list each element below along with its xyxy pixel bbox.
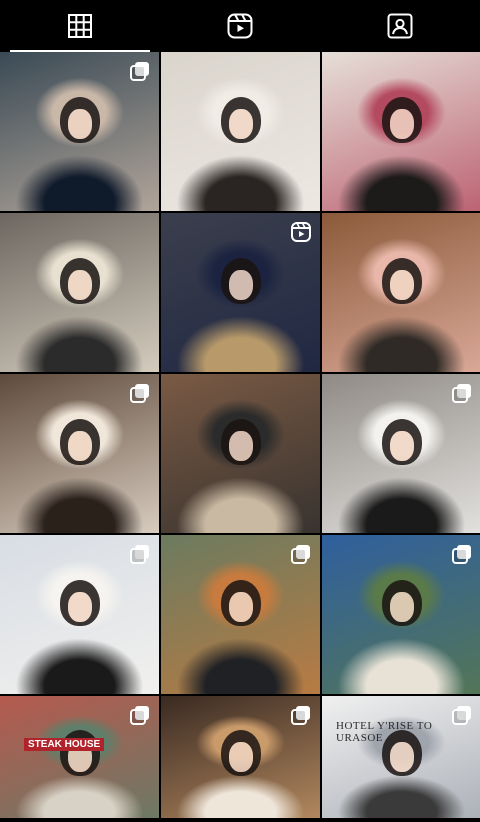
post-thumbnail[interactable] xyxy=(322,213,480,372)
tab-posts[interactable] xyxy=(0,0,160,52)
person-figure xyxy=(59,257,100,304)
person-figure xyxy=(59,418,100,465)
carousel-icon xyxy=(291,544,311,564)
tab-tagged[interactable] xyxy=(320,0,480,52)
tab-reels[interactable] xyxy=(160,0,320,52)
person-figure xyxy=(59,96,100,143)
person-figure xyxy=(381,257,422,304)
carousel-icon xyxy=(130,61,150,81)
person-figure xyxy=(220,579,261,626)
post-thumbnail[interactable] xyxy=(161,535,320,694)
post-thumbnail[interactable] xyxy=(0,374,159,533)
person-figure xyxy=(220,730,261,777)
post-thumbnail[interactable] xyxy=(322,52,480,211)
carousel-icon xyxy=(291,705,311,725)
post-thumbnail[interactable] xyxy=(322,374,480,533)
carousel-icon xyxy=(130,705,150,725)
post-thumbnail[interactable] xyxy=(0,213,159,372)
carousel-icon xyxy=(452,383,472,403)
carousel-icon xyxy=(130,544,150,564)
carousel-icon xyxy=(130,383,150,403)
carousel-icon xyxy=(452,705,472,725)
post-thumbnail[interactable] xyxy=(161,374,320,533)
person-figure xyxy=(381,579,422,626)
grid-icon xyxy=(68,14,92,38)
post-thumbnail[interactable] xyxy=(161,696,320,818)
post-thumbnail[interactable]: HOTEL Y'RISE TO URASOE xyxy=(322,696,480,818)
person-figure xyxy=(220,418,261,465)
profile-tab-bar xyxy=(0,0,480,52)
tagged-person-icon xyxy=(387,13,413,39)
posts-grid: STEAK HOUSE HOTEL Y'RISE TO URASOE xyxy=(0,52,480,818)
person-figure xyxy=(220,257,261,304)
post-thumbnail[interactable] xyxy=(161,213,320,372)
person-figure xyxy=(381,418,422,465)
steak-house-sign: STEAK HOUSE xyxy=(24,738,105,751)
post-thumbnail[interactable] xyxy=(322,535,480,694)
post-thumbnail[interactable]: STEAK HOUSE xyxy=(0,696,159,818)
carousel-icon xyxy=(452,544,472,564)
person-figure xyxy=(220,96,261,143)
post-thumbnail[interactable] xyxy=(0,535,159,694)
person-figure xyxy=(59,579,100,626)
reels-icon xyxy=(227,13,253,39)
post-thumbnail[interactable] xyxy=(161,52,320,211)
post-thumbnail[interactable] xyxy=(0,52,159,211)
reel-icon xyxy=(291,222,311,242)
person-figure xyxy=(381,96,422,143)
